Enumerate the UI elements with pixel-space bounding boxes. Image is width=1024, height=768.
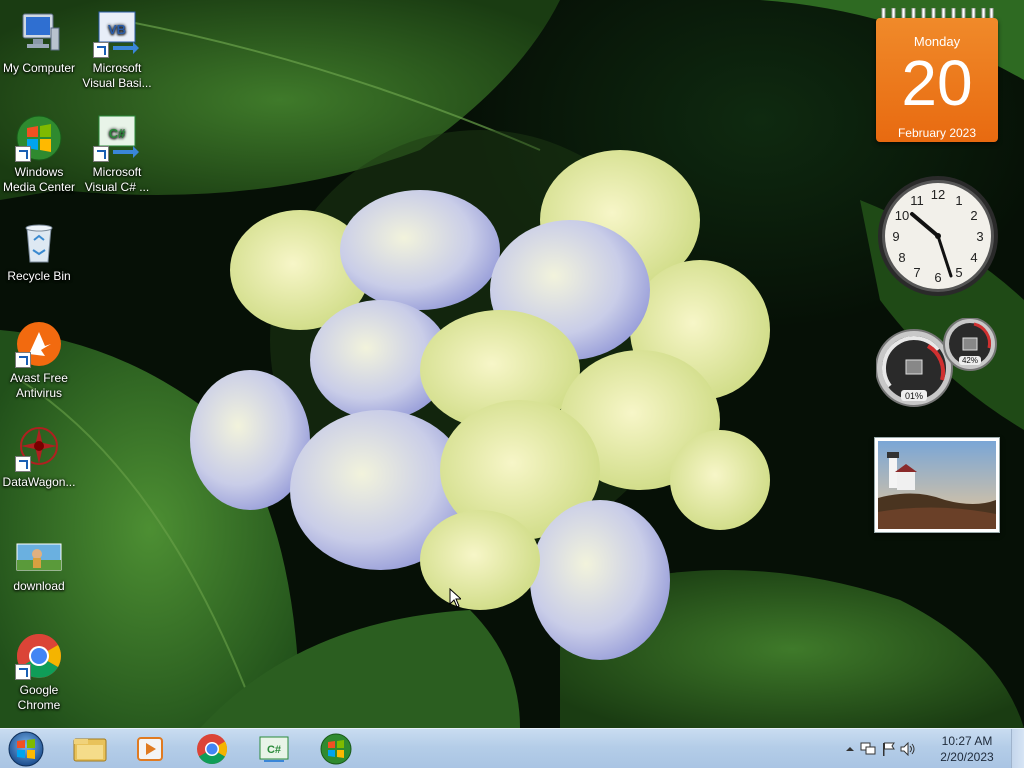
volume-icon[interactable] (900, 742, 916, 756)
slideshow-gadget[interactable] (874, 437, 1000, 533)
taskbar-date: 2/20/2023 (940, 750, 994, 764)
clock-number: 6 (934, 270, 941, 285)
desktop-icon-google-chrome[interactable]: Google Chrome (0, 632, 78, 713)
clock-number: 3 (976, 229, 983, 244)
datawagon-icon (15, 424, 63, 472)
taskbar-visual-csharp-button[interactable]: C# (246, 731, 302, 767)
shortcut-arrow-icon (93, 42, 109, 58)
shortcut-arrow-icon (15, 456, 31, 472)
clock-number: 7 (913, 265, 920, 280)
desktop-icon-label: download (13, 579, 65, 593)
shortcut-arrow-icon (15, 146, 31, 162)
visual-basic-icon: VB (93, 10, 141, 58)
desktop-icon-visual-csharp[interactable]: C# Microsoft Visual C# ... (78, 114, 156, 195)
action-center-flag-icon[interactable] (880, 742, 896, 756)
show-desktop-button[interactable] (1011, 729, 1024, 768)
clock-number: 4 (970, 250, 977, 265)
desktop-icon-label: Google Chrome (17, 683, 61, 712)
desktop-icon-my-computer[interactable]: My Computer (0, 10, 78, 76)
show-hidden-icons-button[interactable] (842, 742, 858, 756)
calendar-month: February 2023 (897, 126, 977, 140)
mouse-cursor-icon (449, 588, 461, 608)
clock-number: 10 (895, 208, 909, 223)
windows-logo-icon (8, 731, 44, 767)
desktop-icon-label: Recycle Bin (7, 269, 71, 283)
image-file-icon (15, 528, 63, 576)
lighthouse-photo (878, 441, 996, 529)
cpu-usage: 01% (905, 391, 923, 401)
chrome-icon (15, 632, 63, 680)
taskbar: C# 10:27 AM 2/20/2023 (0, 728, 1024, 768)
computer-icon (15, 10, 63, 58)
svg-text:C#: C# (267, 744, 281, 756)
memory-usage: 42% (962, 356, 978, 365)
taskbar-clock[interactable]: 10:27 AM 2/20/2023 (932, 733, 1002, 765)
desktop-icon-avast[interactable]: Avast Free Antivirus (0, 320, 78, 401)
shortcut-arrow-icon (93, 146, 109, 162)
desktop-icon-label: My Computer (2, 61, 76, 75)
calendar-date: 20 (901, 47, 973, 119)
avast-icon (15, 320, 63, 368)
desktop-icon-visual-basic[interactable]: VB Microsoft Visual Basi... (78, 10, 156, 91)
clock-number: 5 (955, 265, 962, 280)
svg-text:VB: VB (108, 22, 126, 37)
desktop-icon-label: Avast Free Antivirus (10, 371, 68, 400)
start-button[interactable] (4, 730, 48, 768)
taskbar-time: 10:27 AM (941, 734, 993, 748)
desktop-wallpaper (0, 0, 1024, 728)
clock-number: 1 (955, 193, 962, 208)
clock-number: 12 (931, 187, 945, 202)
recycle-bin-icon (15, 218, 63, 266)
media-center-icon (15, 114, 63, 162)
desktop-icon-label: DataWagon... (2, 475, 76, 489)
svg-text:C#: C# (109, 126, 126, 141)
desktop-icon-media-center[interactable]: Windows Media Center (0, 114, 78, 195)
system-tray: 10:27 AM 2/20/2023 (834, 729, 1024, 768)
windows-explorer-icon (73, 738, 107, 762)
clock-number: 11 (910, 193, 924, 208)
taskbar-chrome-button[interactable] (184, 731, 240, 767)
clock-number: 9 (892, 229, 899, 244)
shortcut-arrow-icon (15, 352, 31, 368)
network-icon[interactable] (860, 742, 876, 756)
taskbar-explorer-button[interactable] (62, 731, 118, 767)
desktop-icon-label: Microsoft Visual Basi... (82, 61, 152, 90)
desktop-icon-download[interactable]: download (0, 528, 78, 594)
visual-csharp-icon: C# (259, 736, 289, 762)
clock-number: 2 (970, 208, 977, 223)
desktop-icon-label: Windows Media Center (2, 165, 76, 194)
desktop-icon-label: Microsoft Visual C# ... (84, 165, 150, 194)
taskbar-media-player-button[interactable] (122, 731, 178, 767)
cpu-meter-gadget[interactable]: 01% 42% (875, 317, 1000, 408)
shortcut-arrow-icon (15, 664, 31, 680)
clock-gadget[interactable]: 12 1 2 3 4 5 6 7 8 9 10 11 (876, 174, 1000, 298)
chrome-icon (197, 734, 228, 765)
calendar-page: Monday 20 February 2023 (876, 18, 998, 142)
visual-csharp-icon: C# (93, 114, 141, 162)
calendar-gadget[interactable]: Monday 20 February 2023 (876, 8, 998, 142)
media-player-icon (137, 737, 163, 761)
media-center-icon (320, 733, 352, 765)
taskbar-media-center-button[interactable] (308, 731, 364, 767)
desktop-icon-recycle-bin[interactable]: Recycle Bin (0, 218, 78, 284)
desktop-icon-datawagon[interactable]: DataWagon... (0, 424, 78, 490)
clock-number: 8 (898, 250, 905, 265)
